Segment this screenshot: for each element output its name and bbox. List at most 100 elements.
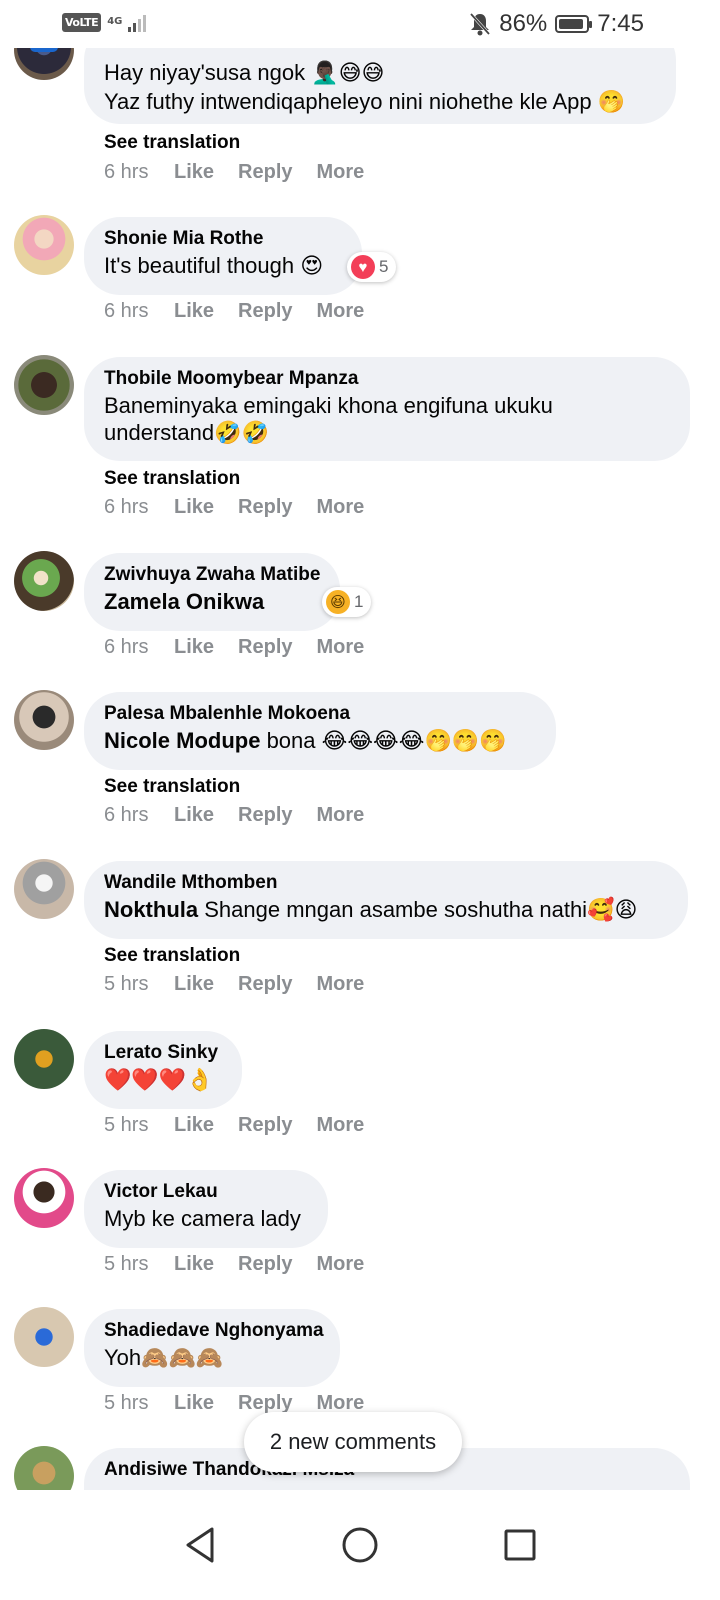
comment-bubble[interactable]: Wandile Mthomben Nokthula Shange mngan a… [84,861,688,939]
comment-timestamp: 5 hrs [104,1114,149,1136]
like-button[interactable]: Like [174,973,214,996]
reply-button[interactable]: Reply [238,496,292,519]
mention-link[interactable]: Nicole Modupe [104,728,260,753]
comment-bubble[interactable]: Shonie Mia Rothe It's beautiful though 😍 [84,217,362,295]
comment-author[interactable]: Shonie Mia Rothe [104,227,342,251]
like-button[interactable]: Like [174,636,214,659]
avatar[interactable] [14,551,74,611]
comment-actions: 5 hrs Like Reply More [104,1114,388,1137]
avatar[interactable] [14,215,74,275]
home-icon [342,1527,378,1563]
see-translation-link[interactable]: See translation [104,776,240,798]
heart-reaction-icon: ♥ [351,255,375,279]
comment-author[interactable]: Palesa Mbalenhle Mokoena [104,702,536,726]
mention-link[interactable]: Nokthula [104,897,198,922]
comment-author[interactable]: Zwivhuya Zwaha Matibe [104,563,320,587]
comment-actions: 6 hrs Like Reply More [104,496,388,519]
more-button[interactable]: More [317,300,365,323]
navigation-bar [0,1490,720,1600]
comment-bubble[interactable]: Palesa Mbalenhle Mokoena Nicole Modupe b… [84,692,556,770]
comment-text-line: Baneminyaka emingaki khona engifuna ukuk… [104,393,553,418]
like-button[interactable]: Like [174,161,214,184]
avatar[interactable] [14,1029,74,1089]
comment-timestamp: 5 hrs [104,1253,149,1275]
more-button[interactable]: More [317,1114,365,1137]
comment-text-line: ❤️❤️❤️👌 [104,1067,214,1092]
clock: 7:45 [597,10,644,37]
more-button[interactable]: More [317,161,365,184]
comment-text-line: Zamela Onikwa [104,587,320,616]
battery-percentage: 86% [499,10,548,37]
comment-author[interactable]: Lerato Sinky [104,1041,222,1065]
more-button[interactable]: More [317,973,365,996]
comment-actions: 5 hrs Like Reply More [104,973,388,996]
comment-bubble[interactable]: Victor Lekau Myb ke camera lady [84,1170,328,1248]
more-button[interactable]: More [317,496,365,519]
comment-author[interactable]: Shadiedave Nghonyama [104,1319,324,1343]
reaction-summary[interactable]: 😆 1 [322,587,372,617]
comment-timestamp: 5 hrs [104,973,149,995]
like-button[interactable]: Like [174,496,214,519]
reaction-summary[interactable]: ♥ 5 [347,252,397,282]
avatar[interactable] [14,1446,74,1490]
reply-button[interactable]: Reply [238,161,292,184]
status-bar: VoLTE 4G 86% 7:45 [0,0,720,48]
comment-timestamp: 5 hrs [104,1392,149,1414]
new-comments-button[interactable]: 2 new comments [244,1412,462,1472]
comment-actions: 6 hrs Like Reply More [104,804,388,827]
comment-bubble[interactable]: Shadiedave Nghonyama Yoh🙈🙈🙈 [84,1309,340,1387]
comment-list[interactable]: Hay niyay'susa ngok 🤦🏿‍♂️😅😅 Yaz futhy in… [0,0,720,1490]
comment-bubble[interactable]: Thobile Moomybear Mpanza Baneminyaka emi… [84,357,690,461]
comment-bubble[interactable]: Lerato Sinky ❤️❤️❤️👌 [84,1031,242,1109]
reply-button[interactable]: Reply [238,636,292,659]
network-type: 4G [107,16,123,27]
reaction-count: 5 [379,257,389,276]
comment-text: Shange mngan asambe soshutha nathi🥰😩 [198,897,638,922]
like-button[interactable]: Like [174,1392,214,1415]
comment-actions: 6 hrs Like Reply More [104,636,388,659]
reply-button[interactable]: Reply [238,804,292,827]
status-left: VoLTE 4G [62,12,147,32]
comment-text-line: understand🤣🤣 [104,420,269,445]
recents-button[interactable] [500,1525,540,1565]
comment-timestamp: 6 hrs [104,804,149,826]
comment-text-line: It's beautiful though 😍 [104,253,324,278]
comment-actions: 5 hrs Like Reply More [104,1253,388,1276]
avatar[interactable] [14,355,74,415]
avatar[interactable] [14,1168,74,1228]
home-button[interactable] [340,1525,380,1565]
volte-badge: VoLTE [62,12,102,32]
more-button[interactable]: More [317,804,365,827]
mention-link[interactable]: Zamela Onikwa [104,589,264,614]
status-right: 86% 7:45 [469,10,644,38]
comment-timestamp: 6 hrs [104,636,149,658]
reply-button[interactable]: Reply [238,300,292,323]
avatar[interactable] [14,1307,74,1367]
comment-text-line: Yoh🙈🙈🙈 [104,1345,224,1370]
like-button[interactable]: Like [174,300,214,323]
comment-author[interactable]: Thobile Moomybear Mpanza [104,367,670,391]
comment-bubble[interactable]: Zwivhuya Zwaha Matibe Zamela Onikwa [84,553,340,631]
comment-timestamp: 6 hrs [104,496,149,518]
more-button[interactable]: More [317,636,365,659]
like-button[interactable]: Like [174,804,214,827]
reply-button[interactable]: Reply [238,973,292,996]
like-button[interactable]: Like [174,1253,214,1276]
reply-button[interactable]: Reply [238,1114,292,1137]
comment-text-line: Yaz futhy intwendiqapheleyo nini nioheth… [104,89,626,114]
back-button[interactable] [180,1525,220,1565]
see-translation-link[interactable]: See translation [104,945,240,967]
see-translation-link[interactable]: See translation [104,132,240,154]
see-translation-link[interactable]: See translation [104,468,240,490]
comment-text-line: Myb ke camera lady [104,1206,301,1231]
like-button[interactable]: Like [174,1114,214,1137]
comment-text: bona 😂😂😂😂🤭🤭🤭 [260,728,507,753]
comment-author[interactable]: Victor Lekau [104,1180,308,1204]
reply-button[interactable]: Reply [238,1253,292,1276]
more-button[interactable]: More [317,1253,365,1276]
comment-author[interactable]: Wandile Mthomben [104,871,668,895]
comment-timestamp: 6 hrs [104,300,149,322]
avatar[interactable] [14,859,74,919]
comment-actions: 6 hrs Like Reply More [104,300,388,323]
avatar[interactable] [14,690,74,750]
